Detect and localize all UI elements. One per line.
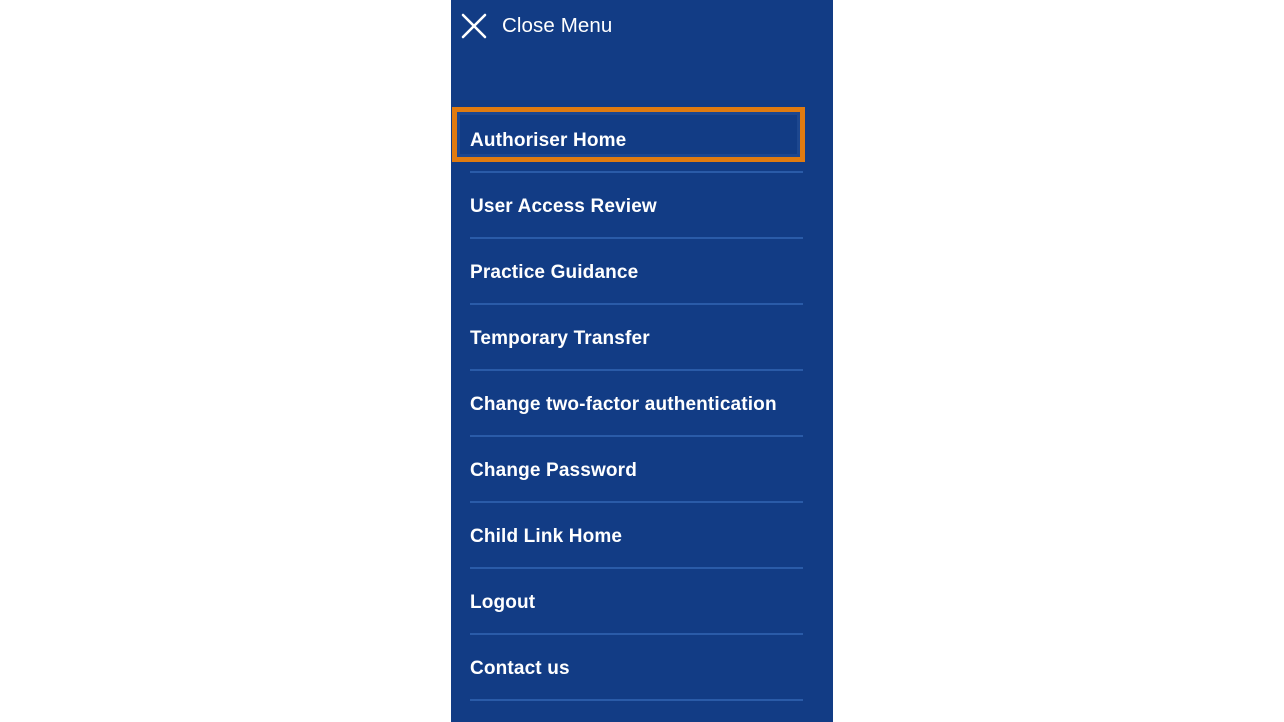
screen-canvas: Close Menu Authoriser Home User Access R… <box>0 0 1284 722</box>
menu-item-authoriser-home[interactable]: Authoriser Home <box>451 107 833 173</box>
menu-item-label: Change two-factor authentication <box>470 393 777 415</box>
menu-item-label: Temporary Transfer <box>470 327 650 349</box>
menu-item-label: Logout <box>470 591 536 613</box>
menu-item-label: Contact us <box>470 657 570 679</box>
menu-item-label: User Access Review <box>470 195 657 217</box>
menu-item-change-two-factor-authentication[interactable]: Change two-factor authentication <box>451 371 833 437</box>
menu-item-practice-guidance[interactable]: Practice Guidance <box>451 239 833 305</box>
menu-item-label: Child Link Home <box>470 525 623 547</box>
menu-item-temporary-transfer[interactable]: Temporary Transfer <box>451 305 833 371</box>
close-menu-button[interactable]: Close Menu <box>451 0 833 52</box>
menu-item-change-password[interactable]: Change Password <box>451 437 833 503</box>
menu-item-user-access-review[interactable]: User Access Review <box>451 173 833 239</box>
slide-out-navigation-menu: Close Menu Authoriser Home User Access R… <box>451 0 833 722</box>
menu-item-child-link-home[interactable]: Child Link Home <box>451 503 833 569</box>
menu-item-label: Change Password <box>470 459 637 481</box>
menu-item-separator <box>470 699 803 701</box>
menu-item-logout[interactable]: Logout <box>451 569 833 635</box>
close-menu-label: Close Menu <box>502 13 613 37</box>
menu-item-list: Authoriser Home User Access Review Pract… <box>451 107 833 701</box>
close-x-icon[interactable] <box>457 9 491 43</box>
menu-item-label: Practice Guidance <box>470 261 639 283</box>
menu-item-contact-us[interactable]: Contact us <box>451 635 833 701</box>
menu-item-label: Authoriser Home <box>470 129 627 151</box>
